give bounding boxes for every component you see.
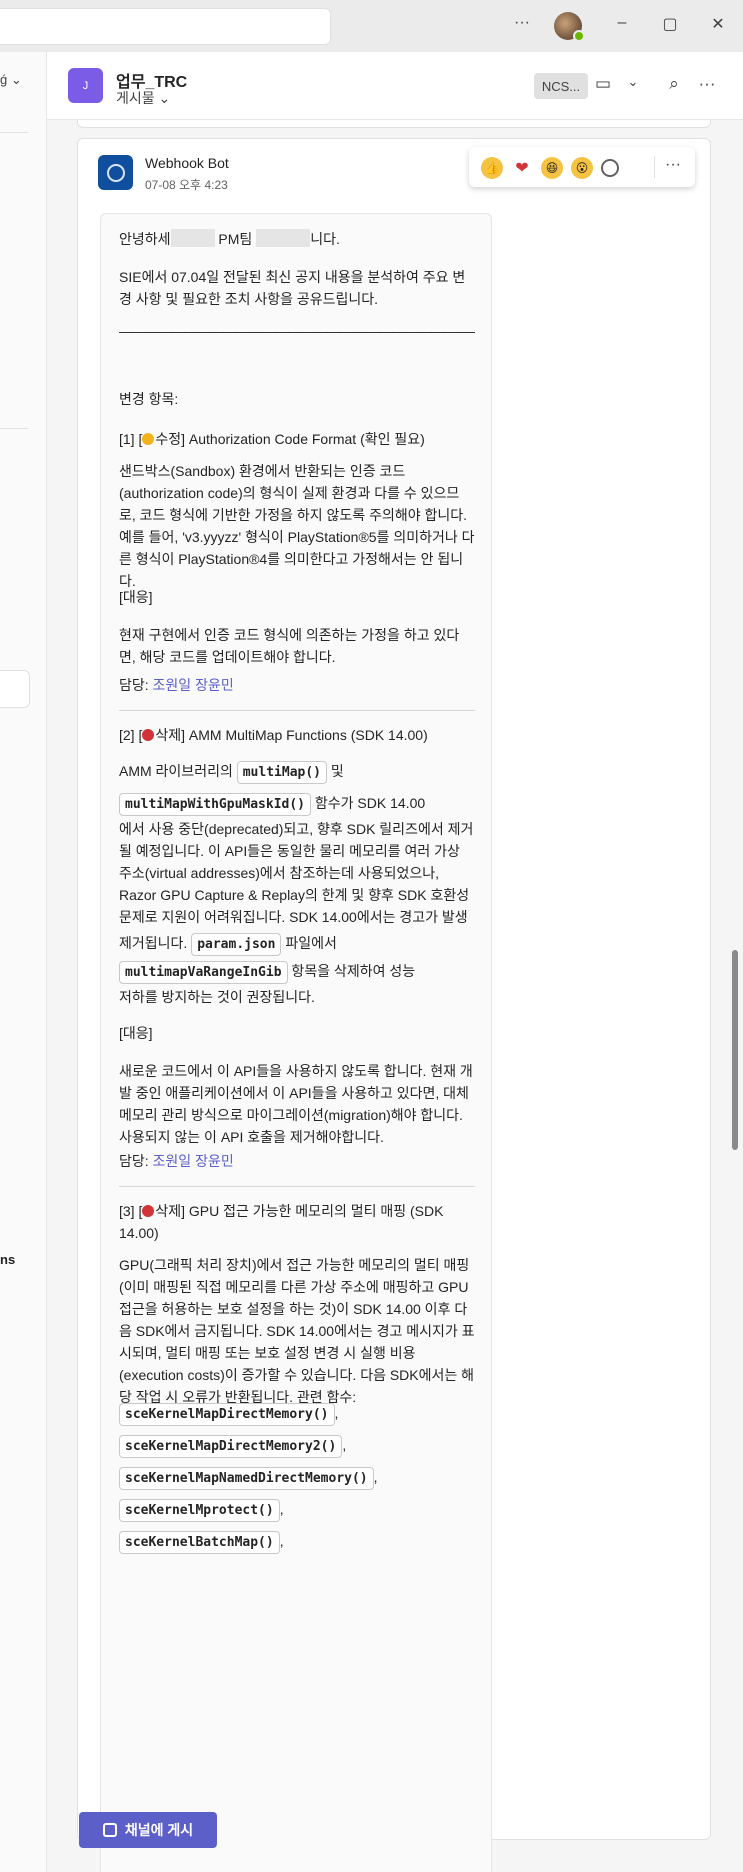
adaptive-card: 안녕하세 PM팀 니다. SIE에서 07.04일 전달된 최신 공지 내용을 … xyxy=(100,213,492,1872)
item2-body-line: multiMapWithGpuMaskId() 함수가 SDK 14.00 xyxy=(119,792,425,816)
greeting: 안녕하세 PM팀 니다. xyxy=(119,229,340,247)
function-item: sceKernelMapDirectMemory(), xyxy=(119,1402,338,1426)
redacted-name xyxy=(256,229,311,247)
item2-response: 새로운 코드에서 이 API들을 사용하지 않도록 합니다. 현재 개발 중인 … xyxy=(119,1063,473,1145)
response-label: [대응] xyxy=(119,1025,153,1041)
function-item: sceKernelMprotect(), xyxy=(119,1498,284,1522)
search-input[interactable] xyxy=(0,8,331,45)
close-icon[interactable]: ✕ xyxy=(706,14,730,34)
item2-body-line: multimapVaRangeInGib 항목을 삭제하여 성능 xyxy=(119,960,415,984)
more-options-icon[interactable]: ··· xyxy=(695,74,719,94)
compose-icon xyxy=(102,1823,117,1837)
item2-owner: 담당: 조원일 장윤민 xyxy=(119,1153,234,1169)
function-item: sceKernelMapDirectMemory2(), xyxy=(119,1434,346,1458)
modified-dot-icon xyxy=(142,433,155,445)
item1-body: 샌드박스(Sandbox) 환경에서 반환되는 인증 코드(authorizat… xyxy=(119,463,475,589)
title-bar: ··· – ▢ ✕ xyxy=(0,0,743,52)
item2-body-end: 저하를 방지하는 것이 권장됩니다. xyxy=(119,989,315,1005)
surprised-reaction-icon[interactable]: 😮 xyxy=(571,157,593,179)
restore-icon[interactable]: ▢ xyxy=(658,14,682,34)
code-function: sceKernelBatchMap() xyxy=(119,1531,280,1554)
function-item: sceKernelBatchMap(), xyxy=(119,1530,284,1554)
presence-available-icon xyxy=(573,30,585,42)
response-label: [대응] xyxy=(119,589,153,605)
chevron-down-icon[interactable]: ǵ ⌄ xyxy=(0,72,22,88)
code-multimap-range: multimapVaRangeInGib xyxy=(119,961,288,984)
item1-owner: 담당: 조원일 장윤민 xyxy=(119,677,234,693)
divider xyxy=(119,1186,475,1187)
item2-title: [2] [삭제] AMM MultiMap Functions (SDK 14.… xyxy=(119,727,428,743)
scrollbar[interactable] xyxy=(732,950,738,1150)
left-pane-label: ns xyxy=(0,1252,16,1267)
divider xyxy=(0,428,28,429)
redacted-name xyxy=(170,229,215,247)
item3-title: [3] [삭제] GPU 접근 가능한 메모리의 멀티 매핑 (SDK 14.0… xyxy=(119,1203,444,1241)
item1-response: 현재 구현에서 인증 코드 형식에 의존하는 가정을 하고 있다면, 해당 코드… xyxy=(119,627,460,665)
deleted-dot-icon xyxy=(142,729,155,741)
post-button-label: 채널에 게시 xyxy=(124,1822,194,1838)
previous-post xyxy=(77,120,711,128)
like-reaction-icon[interactable]: 👍 xyxy=(481,157,503,179)
message-list: Webhook Bot 07-08 오후 4:23 👍 ❤ 😆 😮 ··· 안녕… xyxy=(47,120,743,1872)
code-multimap-gpu: multiMapWithGpuMaskId() xyxy=(119,793,312,816)
bot-avatar xyxy=(98,155,133,190)
reaction-bar: 👍 ❤ 😆 😮 ··· xyxy=(469,147,695,187)
add-reaction-icon[interactable] xyxy=(601,159,619,177)
item1-title: [1] [수정] Authorization Code Format (확인 필… xyxy=(119,431,425,447)
search-icon[interactable]: ⌕ xyxy=(662,74,686,94)
code-multimap: multiMap() xyxy=(236,761,328,784)
owner-link[interactable]: 조원일 장윤민 xyxy=(153,1153,234,1169)
more-options-icon[interactable]: ··· xyxy=(510,14,534,32)
tab-posts[interactable]: 게시물 ⌄ xyxy=(116,88,170,108)
code-function: sceKernelMapDirectMemory() xyxy=(119,1403,335,1426)
intro-text: SIE에서 07.04일 전달된 최신 공지 내용을 분석하여 주요 변경 사항… xyxy=(119,269,466,307)
item2-body-line: 제거됩니다. param.json 파일에서 xyxy=(119,932,337,956)
separator-rule: ————————————————————————————————————————… xyxy=(119,323,475,339)
code-param-json: param.json xyxy=(191,933,282,956)
minimize-icon[interactable]: – xyxy=(610,14,634,32)
channel-avatar: J xyxy=(68,68,103,103)
video-call-icon[interactable]: ▭ xyxy=(591,74,615,94)
ncs-button[interactable]: NCS... xyxy=(534,73,588,99)
owner-link[interactable]: 조원일 장윤민 xyxy=(153,677,234,693)
code-function: sceKernelMapDirectMemory2() xyxy=(119,1435,343,1458)
message-timestamp: 07-08 오후 4:23 xyxy=(145,178,228,192)
divider xyxy=(654,156,655,178)
left-pane: ǵ ⌄ ns xyxy=(0,52,47,1872)
heart-reaction-icon[interactable]: ❤ xyxy=(511,157,533,179)
post-message: Webhook Bot 07-08 오후 4:23 👍 ❤ 😆 😮 ··· 안녕… xyxy=(77,138,711,1872)
code-function: sceKernelMprotect() xyxy=(119,1499,280,1522)
deleted-dot-icon xyxy=(142,1205,155,1217)
sender-name[interactable]: Webhook Bot xyxy=(145,155,229,171)
globe-icon xyxy=(106,163,125,182)
post-to-channel-button[interactable]: 채널에 게시 xyxy=(79,1812,217,1848)
item2-body-line: AMM 라이브러리의 multiMap() 및 xyxy=(119,760,344,784)
function-item: sceKernelMapNamedDirectMemory(), xyxy=(119,1466,378,1490)
item2-body: 에서 사용 중단(deprecated)되고, 향후 SDK 릴리즈에서 제거될… xyxy=(119,821,474,925)
code-function: sceKernelMapNamedDirectMemory() xyxy=(119,1467,374,1490)
divider xyxy=(0,132,28,133)
more-options-icon[interactable]: ··· xyxy=(665,156,681,174)
left-pane-input[interactable] xyxy=(0,670,30,708)
changes-label: 변경 항목: xyxy=(119,391,179,407)
laugh-reaction-icon[interactable]: 😆 xyxy=(541,157,563,179)
item3-body: GPU(그래픽 처리 장치)에서 접근 가능한 메모리의 멀티 매핑(이미 매핑… xyxy=(119,1257,475,1405)
divider xyxy=(119,710,475,711)
channel-header: J 업무_TRC 게시물 ⌄ NCS... ▭ ⌄ ⌕ ··· xyxy=(47,52,743,120)
chevron-down-icon[interactable]: ⌄ xyxy=(621,74,645,90)
